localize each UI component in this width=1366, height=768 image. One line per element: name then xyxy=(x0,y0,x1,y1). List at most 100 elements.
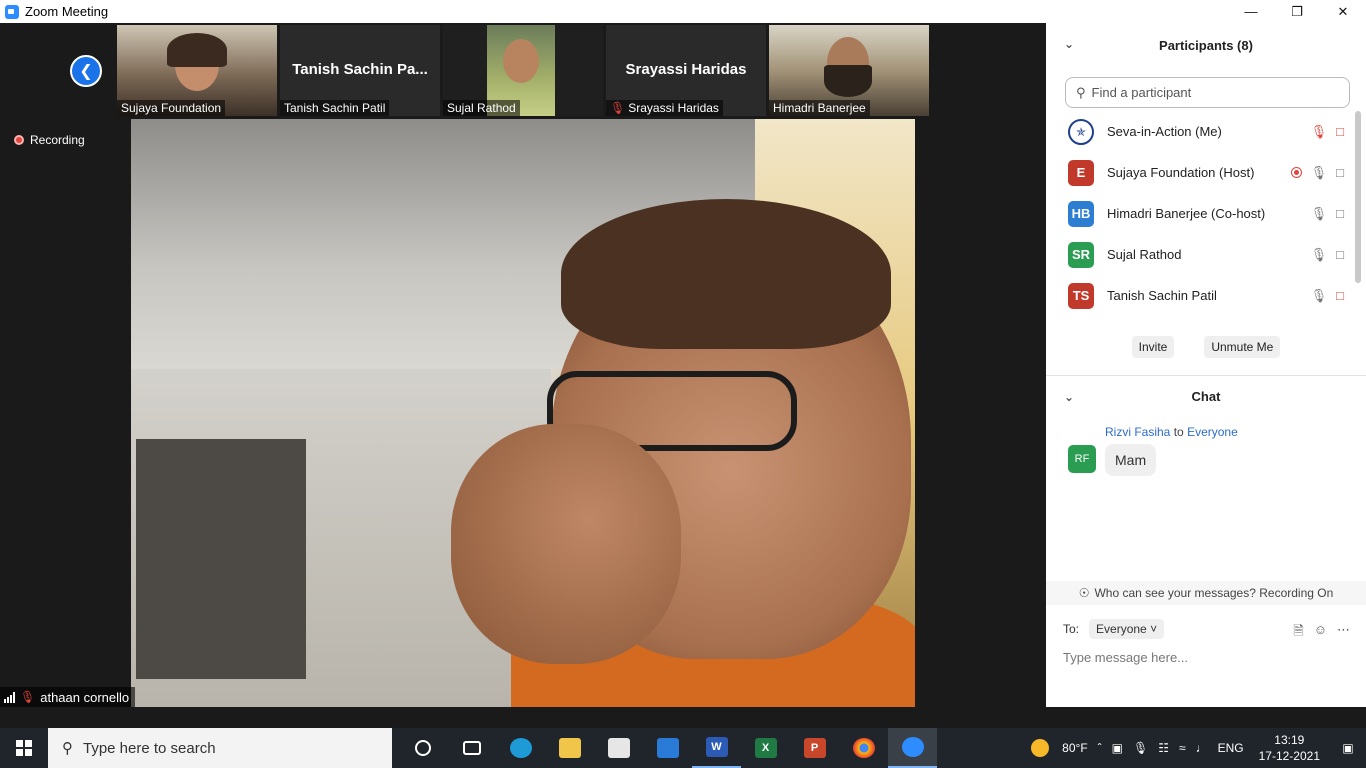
avatar: SR xyxy=(1068,241,1094,268)
avatar: HB xyxy=(1068,200,1094,227)
taskbar: ⚲ Type here to search W X P 80°F ˆ ▣ 🎙 ☷… xyxy=(0,728,1366,768)
participant-row[interactable]: TS Tanish Sachin Patil 🎙 □ xyxy=(1046,275,1356,316)
signal-strength-icon xyxy=(4,691,15,703)
chevron-left-icon: ❮ xyxy=(79,63,93,80)
edge-icon[interactable] xyxy=(496,728,545,768)
avatar: E xyxy=(1068,159,1094,186)
thumbnail-himadri-banerjee[interactable]: Himadri Banerjee xyxy=(769,25,929,116)
recipient-select[interactable]: Everyone ˅ xyxy=(1089,619,1165,639)
thumbnail-srayassi-haridas[interactable]: Srayassi Haridas 🎙 Srayassi Haridas xyxy=(606,25,766,116)
file-icon[interactable]: 🗎 xyxy=(1293,622,1303,644)
participant-row[interactable]: E Sujaya Foundation (Host) 🎙 □ xyxy=(1046,152,1356,193)
taskbar-search-placeholder: Type here to search xyxy=(83,739,216,757)
mic-muted-icon[interactable]: 🎙 xyxy=(1311,124,1328,140)
chat-message: Mam xyxy=(1105,444,1157,476)
chat-privacy-notice[interactable]: ☉ Who can see your messages? Recording O… xyxy=(1046,581,1366,605)
video-area: ❮ Sujaya Foundation Tanish Sachin Pa... … xyxy=(0,23,1046,707)
participant-face xyxy=(503,39,539,83)
video-icon[interactable]: □ xyxy=(1336,165,1344,180)
notification-icon[interactable]: ▣ xyxy=(1330,728,1366,768)
excel-icon[interactable]: X xyxy=(741,728,790,768)
participants-title: Participants (8) xyxy=(1159,37,1253,53)
mic-icon[interactable]: 🎙 xyxy=(1311,206,1328,222)
recording-indicator[interactable]: Recording xyxy=(14,133,85,147)
mic-icon[interactable]: 🎙 xyxy=(1311,165,1328,181)
thumbnail-sujal-rathod[interactable]: Sujal Rathod xyxy=(443,25,603,116)
taskbar-search-box[interactable]: ⚲ Type here to search xyxy=(48,728,392,768)
message-sender[interactable]: Rizvi Fasiha xyxy=(1105,425,1170,439)
word-icon[interactable]: W xyxy=(692,728,741,768)
side-panel: ⌄ Participants (8) ⚲ Find a participant … xyxy=(1046,23,1366,707)
emoji-icon[interactable]: ☺ xyxy=(1314,622,1327,644)
mic-muted-icon: 🎙 xyxy=(20,690,36,704)
participant-name: Himadri Banerjee (Co-host) xyxy=(1107,206,1266,221)
store-icon[interactable] xyxy=(594,728,643,768)
message-sender-line: Rizvi Fasiha to Everyone xyxy=(1105,425,1238,439)
participant-search-input[interactable]: ⚲ Find a participant xyxy=(1065,77,1350,108)
message-to-word: to xyxy=(1173,425,1184,439)
zoom-icon[interactable] xyxy=(888,728,937,768)
previous-page-button[interactable]: ❮ xyxy=(70,55,102,87)
zoom-app-icon xyxy=(5,4,19,19)
record-icon xyxy=(14,135,24,145)
video-off-icon[interactable]: □ xyxy=(1336,124,1344,139)
camera-icon[interactable]: ▣ xyxy=(1112,741,1123,755)
participant-row[interactable]: SR Sujal Rathod 🎙 □ xyxy=(1046,234,1356,275)
chat-message-input[interactable]: Type message here... xyxy=(1063,650,1188,665)
participant-name: Seva-in-Action (Me) xyxy=(1107,124,1222,139)
system-tray: 80°F ˆ ▣ 🎙 ☷ ≈ ♩ ENG 13:19 17-12-2021 ▣ xyxy=(1031,728,1366,768)
maximize-button[interactable]: ❐ xyxy=(1274,0,1320,23)
participant-beard xyxy=(824,65,872,97)
chrome-icon[interactable] xyxy=(839,728,888,768)
powerpoint-icon[interactable]: P xyxy=(790,728,839,768)
participant-row[interactable]: ✯ Seva-in-Action (Me) 🎙 □ xyxy=(1046,111,1356,152)
collapse-participants-button[interactable]: ⌄ xyxy=(1064,37,1074,51)
thumbnail-name: Sujal Rathod xyxy=(447,101,516,115)
clock-time: 13:19 xyxy=(1274,733,1305,747)
notice-text: Who can see your messages? Recording On xyxy=(1094,586,1334,600)
clock[interactable]: 13:19 17-12-2021 xyxy=(1259,732,1320,764)
file-explorer-icon[interactable] xyxy=(545,728,594,768)
thumbnail-tanish-sachin-patil[interactable]: Tanish Sachin Pa... Tanish Sachin Patil xyxy=(280,25,440,116)
unmute-me-button[interactable]: Unmute Me xyxy=(1204,336,1281,358)
recipient-value: Everyone xyxy=(1096,622,1147,636)
windows-icon xyxy=(16,740,32,756)
video-off-icon[interactable]: □ xyxy=(1336,288,1344,303)
volume-icon[interactable]: ♩ xyxy=(1196,741,1208,755)
chevron-up-icon[interactable]: ˆ xyxy=(1098,741,1102,755)
participant-list: ✯ Seva-in-Action (Me) 🎙 □ E Sujaya Found… xyxy=(1046,111,1356,316)
network-icon[interactable]: ☷ xyxy=(1158,741,1169,755)
participant-row[interactable]: HB Himadri Banerjee (Co-host) 🎙 □ xyxy=(1046,193,1356,234)
thumbnail-name: Himadri Banerjee xyxy=(773,101,866,115)
wifi-icon[interactable]: ≈ xyxy=(1179,741,1186,755)
task-view-icon[interactable] xyxy=(447,728,496,768)
video-icon[interactable]: □ xyxy=(1336,206,1344,221)
background-shelf xyxy=(136,439,306,679)
active-speaker-video xyxy=(131,119,915,707)
weather-sun-icon[interactable] xyxy=(1031,739,1050,757)
thumbnail-sujaya-foundation[interactable]: Sujaya Foundation xyxy=(117,25,277,116)
mic-icon[interactable]: 🎙 xyxy=(1311,247,1328,263)
people-icon: ☉ xyxy=(1078,586,1090,600)
collapse-chat-button[interactable]: ⌄ xyxy=(1064,390,1074,404)
speaker-hand xyxy=(451,424,681,664)
cortana-icon[interactable] xyxy=(398,728,447,768)
language-indicator[interactable]: ENG xyxy=(1218,741,1244,755)
start-button[interactable] xyxy=(0,728,48,768)
search-icon: ⚲ xyxy=(62,740,73,757)
to-label: To: xyxy=(1063,622,1080,636)
minimize-button[interactable]: — xyxy=(1228,0,1274,23)
close-button[interactable]: ✕ xyxy=(1320,0,1366,23)
microphone-icon[interactable]: 🎙 xyxy=(1133,741,1148,755)
mail-icon[interactable] xyxy=(643,728,692,768)
more-icon[interactable]: ⋯ xyxy=(1337,622,1350,644)
weather-temperature[interactable]: 80°F xyxy=(1062,741,1087,755)
active-speaker-label: 🎙 athaan cornello xyxy=(0,687,136,707)
participant-name: Sujal Rathod xyxy=(1107,247,1182,262)
participant-list-scrollbar[interactable] xyxy=(1355,111,1361,283)
chevron-down-icon: ˅ xyxy=(1150,622,1158,636)
thumbnail-name: Tanish Sachin Patil xyxy=(284,101,386,115)
mic-icon[interactable]: 🎙 xyxy=(1311,288,1328,304)
invite-button[interactable]: Invite xyxy=(1131,336,1175,358)
video-icon[interactable]: □ xyxy=(1336,247,1344,262)
